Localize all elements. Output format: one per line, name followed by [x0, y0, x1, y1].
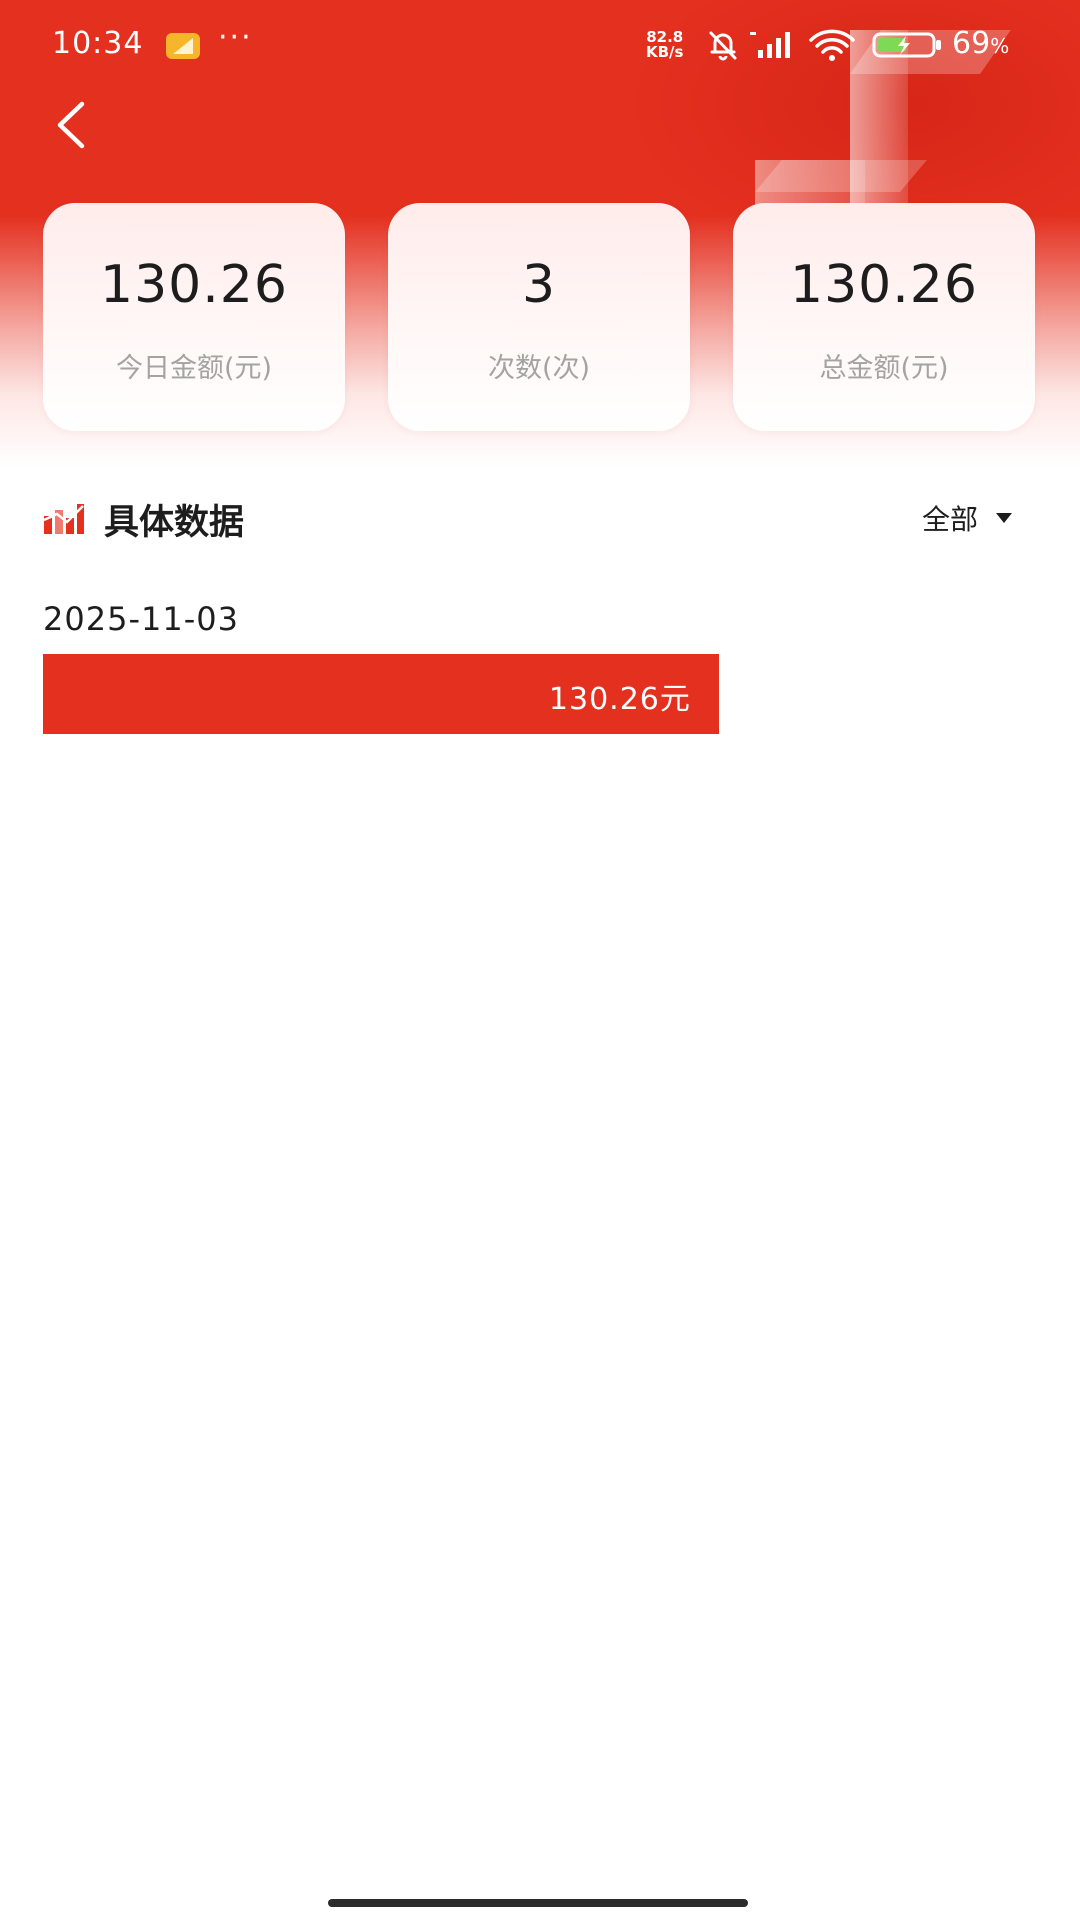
filter-dropdown[interactable]: 全部 — [922, 498, 1013, 538]
section-header: 具体数据 全部 — [0, 468, 1080, 568]
status-bar: 10:34 ··· 82.8 KB/s 69% — [0, 0, 1080, 92]
row-date: 2025-11-03 — [43, 600, 239, 638]
stat-card-today-amount: 130.26 今日金额(元) — [43, 203, 345, 431]
home-indicator[interactable] — [328, 1899, 748, 1907]
battery-percent: 69% — [952, 26, 1009, 61]
stat-label: 今日金额(元) — [115, 353, 273, 384]
back-button[interactable] — [48, 98, 98, 152]
signal-icon — [750, 32, 790, 58]
back-icon — [57, 101, 85, 149]
status-time: 10:34 — [52, 26, 144, 61]
battery-percent-value: 69 — [952, 26, 991, 61]
gallery-notification-icon — [166, 33, 200, 59]
wifi-icon — [809, 29, 855, 61]
stat-value: 3 — [521, 255, 557, 315]
amount-bar-value: 130.26元 — [548, 682, 691, 717]
battery-percent-unit: % — [990, 34, 1010, 58]
stat-card-total-amount: 130.26 总金额(元) — [733, 203, 1035, 431]
stat-value: 130.26 — [100, 255, 288, 315]
chart-bars-icon — [43, 504, 84, 534]
header-decoration-short-top — [755, 160, 927, 192]
status-more-indicator: ··· — [218, 20, 253, 55]
list-item: 2025-11-03 130.26元 — [43, 600, 1037, 734]
mute-bell-icon — [709, 31, 737, 61]
amount-bar: 130.26元 — [43, 654, 719, 734]
filter-label: 全部 — [922, 503, 979, 536]
caret-down-icon — [996, 513, 1013, 523]
network-speed-unit: KB/s — [646, 43, 684, 61]
stat-card-count: 3 次数(次) — [388, 203, 690, 431]
stat-label: 次数(次) — [487, 353, 591, 384]
battery-icon — [872, 32, 941, 58]
page: 10:34 ··· 82.8 KB/s 69% 130.26 今日金额(元) 3… — [0, 0, 1080, 1920]
amount-bar-track: 130.26元 — [43, 654, 1037, 734]
stat-value: 130.26 — [790, 255, 978, 315]
network-speed: 82.8 KB/s — [646, 30, 683, 60]
stat-label: 总金额(元) — [819, 353, 949, 384]
section-title: 具体数据 — [104, 503, 245, 543]
